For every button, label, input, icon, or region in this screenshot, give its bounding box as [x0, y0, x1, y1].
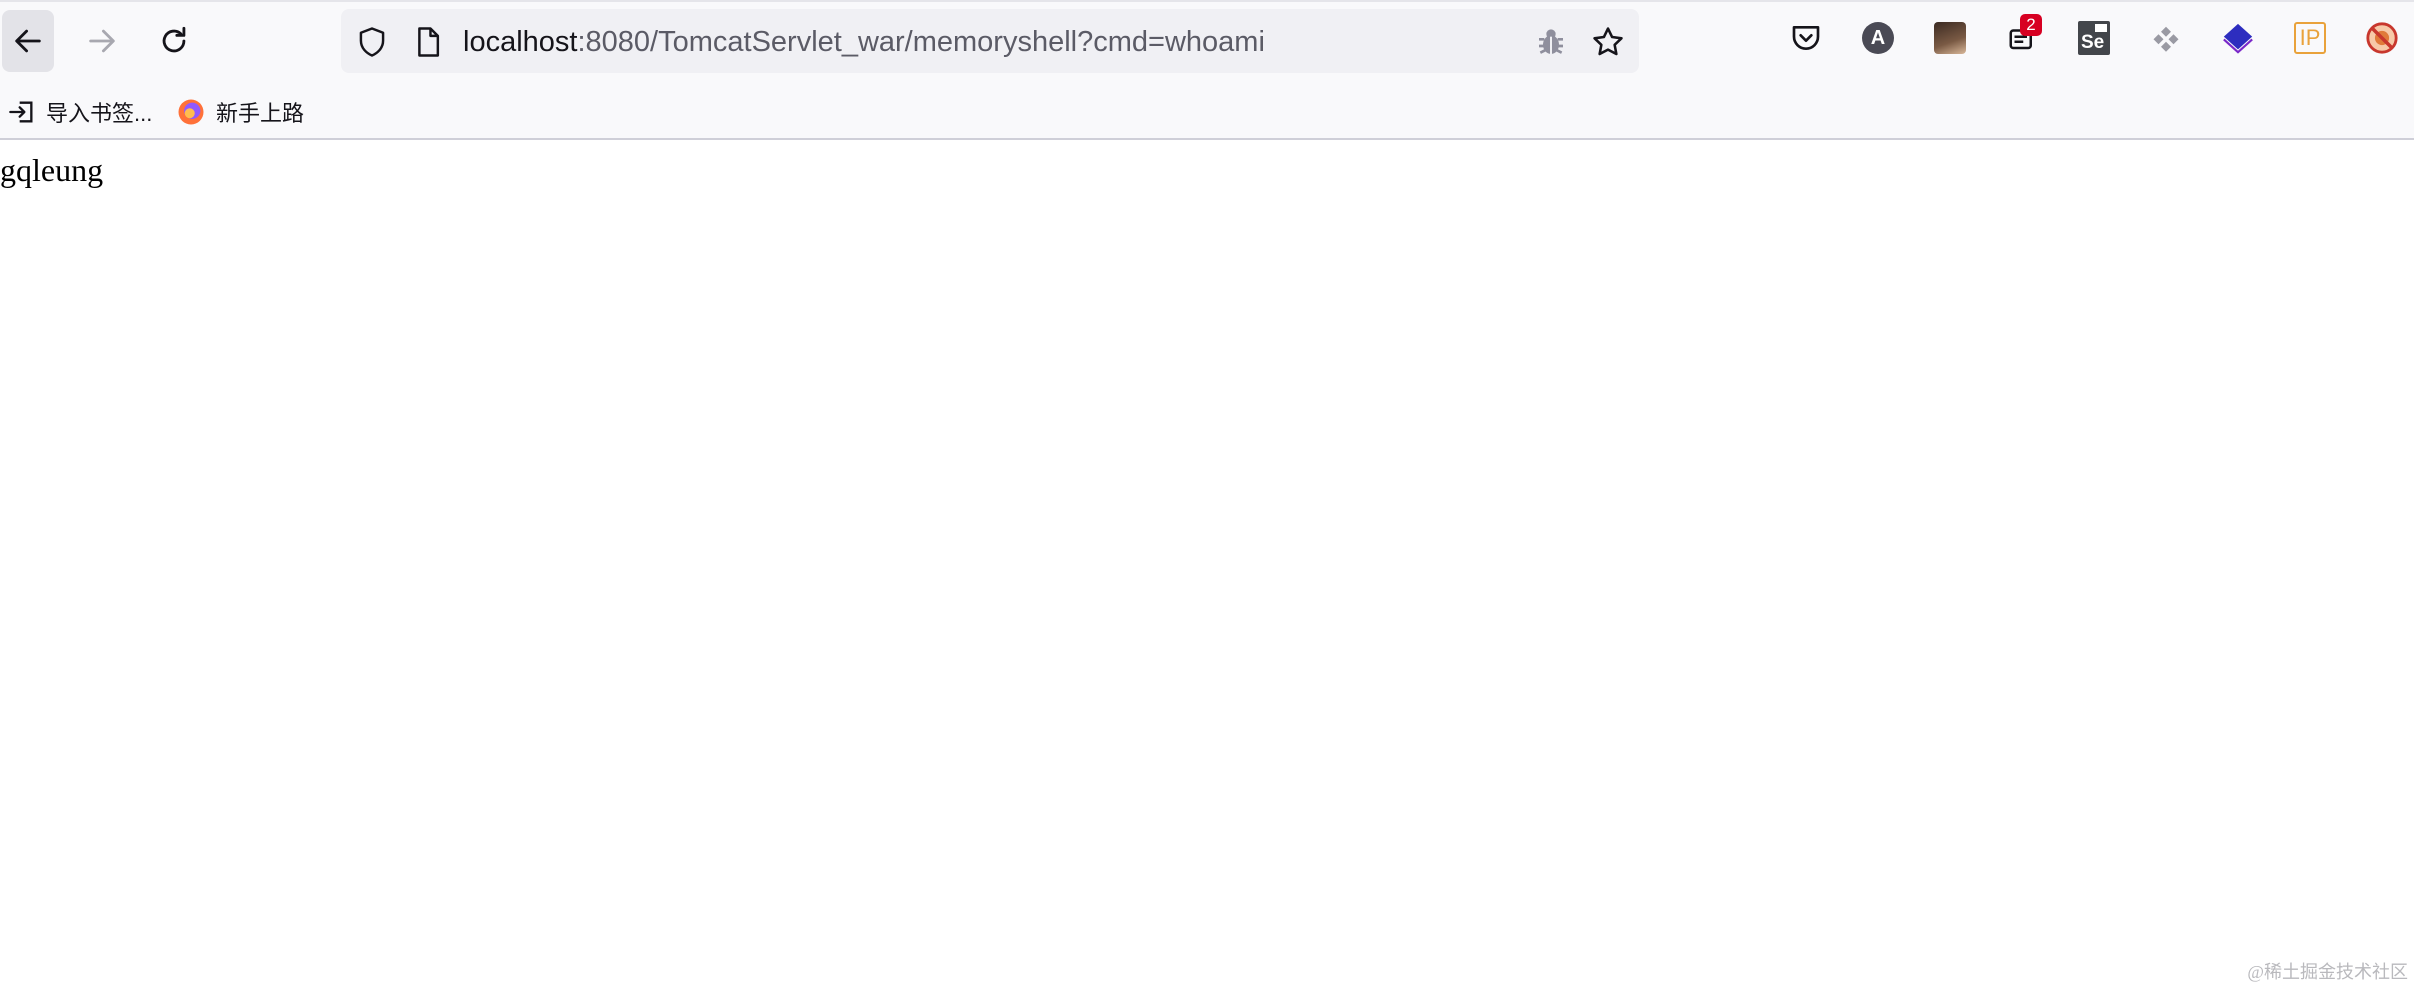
address-bar[interactable]: localhost:8080/TomcatServlet_war/memorys… — [341, 9, 1639, 73]
bookmarks-toolbar: 导入书签... 新手上路 — [0, 86, 2414, 138]
firefox-icon — [178, 99, 204, 125]
tracking-protection-shield-icon[interactable] — [355, 25, 389, 59]
import-icon — [9, 101, 33, 123]
selenium-icon[interactable]: Se — [2074, 18, 2114, 58]
url-host: localhost — [463, 26, 578, 58]
notification-badge: 2 — [2020, 14, 2042, 36]
page-body-text: gqleung — [0, 152, 104, 188]
bookmark-import-label: 导入书签... — [46, 101, 153, 126]
reload-icon — [162, 26, 186, 53]
pocket-icon[interactable] — [1786, 18, 1826, 58]
back-arrow-icon — [15, 29, 41, 53]
reload-button[interactable] — [148, 10, 200, 72]
forward-arrow-icon — [89, 29, 115, 53]
layers-extension-icon[interactable] — [2218, 18, 2258, 58]
toolbar-separator — [0, 138, 2414, 140]
bookmark-getting-started-label: 新手上路 — [216, 101, 305, 126]
watermark: @稀土掘金技术社区 — [2247, 962, 2408, 982]
selenium-tile: Se — [2078, 21, 2110, 55]
bookmark-star-icon[interactable] — [1591, 25, 1625, 59]
selenium-tile-mark — [2095, 24, 2107, 32]
url-text[interactable]: localhost:8080/TomcatServlet_war/memorys… — [463, 25, 1265, 59]
bug-icon[interactable] — [1534, 25, 1568, 59]
back-button[interactable] — [2, 10, 54, 72]
puzzle-extension-icon[interactable] — [2146, 18, 2186, 58]
browser-toolbar: localhost:8080/TomcatServlet_war/memorys… — [0, 0, 2414, 86]
window-top-edge — [0, 0, 2414, 2]
bookmark-import[interactable]: 导入书签... — [8, 94, 152, 130]
bookmark-getting-started[interactable]: 新手上路 — [176, 94, 304, 130]
forward-button[interactable] — [76, 10, 128, 72]
account-a-label: A — [1862, 22, 1894, 54]
avatar — [1934, 22, 1966, 54]
blocker-extension-icon[interactable] — [2362, 18, 2402, 58]
selenium-label: Se — [2081, 32, 2105, 53]
account-a-icon[interactable]: A — [1858, 18, 1898, 58]
page-info-icon[interactable] — [411, 25, 445, 59]
url-path: :8080/TomcatServlet_war/memoryshell?cmd=… — [577, 26, 1265, 58]
ip-label: IP — [2294, 22, 2326, 54]
ip-extension-icon[interactable]: IP — [2290, 18, 2330, 58]
avatar-extension-icon[interactable] — [1930, 18, 1970, 58]
badge-extension-icon[interactable]: 2 — [2002, 14, 2042, 58]
